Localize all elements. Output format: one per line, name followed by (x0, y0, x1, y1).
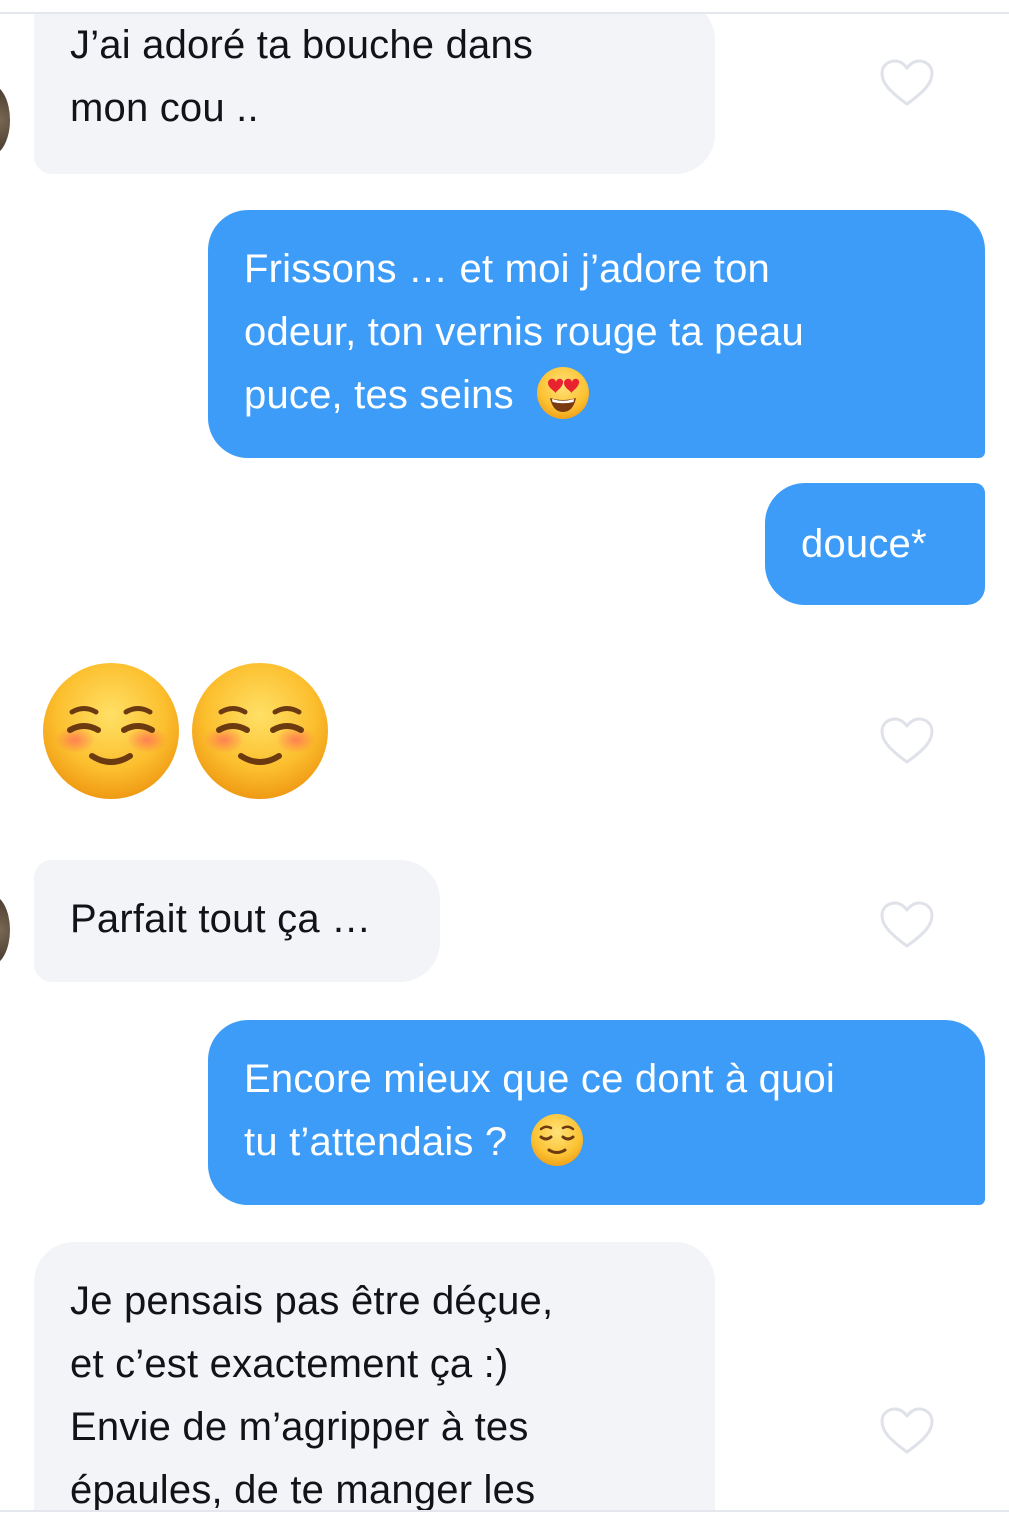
message-text-line: douce* (801, 522, 927, 566)
message-text-line: J’ai adoré ta bouche dans (70, 23, 534, 67)
smiling-face-emoji-icon (43, 663, 179, 799)
message-text-line: épaules, de te manger les (70, 1468, 536, 1510)
heart-outline-icon[interactable] (879, 1406, 935, 1456)
message-text-line: et c’est exactement ça :) (70, 1342, 509, 1386)
bottom-divider (0, 1510, 1009, 1512)
heart-outline-icon[interactable] (879, 716, 935, 766)
smiling-face-emoji-icon (192, 663, 328, 799)
message-text-line: mon cou .. (70, 86, 259, 130)
message-text-line: odeur, ton vernis rouge ta peau (244, 310, 804, 354)
heart-eyes-emoji-icon (537, 367, 590, 420)
incoming-message-bubble[interactable]: Parfait tout ça … (34, 860, 440, 982)
message-text-line: Encore mieux que ce dont à quoi (244, 1057, 836, 1101)
outgoing-message-bubble[interactable]: douce* (765, 483, 985, 605)
message-text-line: Frissons … et moi j’adore ton (244, 247, 770, 291)
incoming-message-bubble[interactable]: Je pensais pas être déçue, et c’est exac… (34, 1242, 715, 1510)
heart-outline-icon[interactable] (879, 58, 935, 108)
outgoing-message-bubble[interactable]: Frissons … et moi j’adore ton odeur, ton… (208, 210, 985, 458)
message-text-line: Parfait tout ça … (70, 897, 372, 941)
match-avatar[interactable] (0, 84, 10, 156)
message-text-line: puce, tes seins (244, 373, 514, 417)
relieved-face-emoji-icon (530, 1114, 583, 1167)
incoming-message-bubble[interactable]: J’ai adoré ta bouche dans mon cou .. (34, 14, 715, 174)
message-text-line: Je pensais pas être déçue, (70, 1279, 554, 1323)
outgoing-message-bubble[interactable]: Encore mieux que ce dont à quoi tu t’att… (208, 1020, 985, 1205)
heart-outline-icon[interactable] (879, 900, 935, 950)
conversation-thread[interactable]: J’ai adoré ta bouche dans mon cou .. Fri… (0, 14, 1009, 1510)
message-text-line: Envie de m’agripper à tes (70, 1405, 529, 1449)
message-text-line: tu t’attendais ? (244, 1120, 508, 1164)
match-avatar[interactable] (0, 894, 10, 966)
